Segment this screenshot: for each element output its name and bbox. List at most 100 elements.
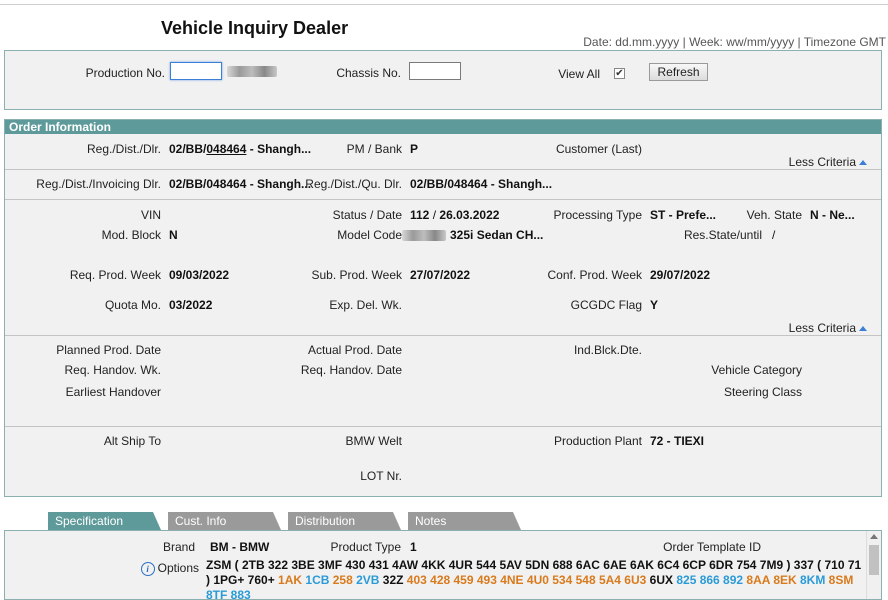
veh-state-value: N - Ne... <box>810 208 855 222</box>
brand-value: BM - BMW <box>210 540 270 554</box>
tab-distribution[interactable]: Distribution <box>288 512 401 530</box>
view-all-label: View All <box>558 67 600 81</box>
vin-label: VIN <box>140 208 161 222</box>
option-code-group: 258 <box>332 573 357 587</box>
option-code-group: 8SM <box>828 573 854 587</box>
page-title: Vehicle Inquiry Dealer <box>161 18 349 38</box>
gcgdc-flag-value: Y <box>650 298 659 312</box>
reg-dist-dlr-label: Reg./Dist./Dlr. <box>86 142 161 156</box>
redacted-value <box>227 66 277 77</box>
req-handov-date-label: Req. Handov. Date <box>300 363 402 377</box>
planned-prod-date-label: Planned Prod. Date <box>56 343 161 357</box>
model-code-value: 325i Sedan CH... <box>450 228 544 242</box>
pm-bank-label: PM / Bank <box>346 142 402 156</box>
info-icon[interactable]: i <box>140 562 155 576</box>
collapse-up-icon <box>859 160 867 165</box>
ind-blck-dte-label: Ind.Blck.Dte. <box>573 343 642 357</box>
production-no-label: Production No. <box>85 66 165 80</box>
production-plant-value: 72 - TIEXI <box>650 434 705 448</box>
production-no-input[interactable] <box>170 62 222 80</box>
mod-block-value: N <box>169 228 178 242</box>
gcgdc-flag-label: GCGDC Flag <box>570 298 642 312</box>
quota-mo-value: 03/2022 <box>169 298 213 312</box>
product-type-value: 1 <box>410 540 417 554</box>
pm-bank-value: P <box>410 142 419 156</box>
invoicing-dlr-value: 02/BB/048464 - Shangh... <box>169 177 312 191</box>
scrollbar-thumb[interactable] <box>869 545 879 575</box>
options-line-1: ZSM ( 2TB 322 3BE 3MF 430 431 4AW 4KK 4U… <box>206 558 862 572</box>
processing-type-value: ST - Prefe... <box>650 208 717 222</box>
processing-type-label: Processing Type <box>553 208 643 222</box>
req-prod-week-label: Req. Prod. Week <box>69 268 161 282</box>
view-all-checkbox[interactable]: ✔ <box>614 68 625 79</box>
tab-specification[interactable]: Specification <box>48 512 161 530</box>
req-prod-week-value: 09/03/2022 <box>169 268 230 282</box>
exp-del-wk-label: Exp. Del. Wk. <box>329 298 402 312</box>
reg-dist-dlr-value: 02/BB/048464 - Shangh... <box>169 142 312 156</box>
quota-mo-label: Quota Mo. <box>104 298 161 312</box>
option-code-group: 1CB <box>305 573 333 587</box>
option-code-group: ) 1PG+ 760+ <box>206 573 279 587</box>
search-panel: Production No. Chassis No. View All ✔ Re… <box>4 50 882 110</box>
option-code-group: 8AA 8EK <box>746 573 800 587</box>
alt-ship-to-label: Alt Ship To <box>103 434 161 448</box>
format-note: Date: dd.mm.yyyy | Week: ww/mm/yyyy | Ti… <box>583 35 886 49</box>
status-date-label: Status / Date <box>332 208 402 222</box>
qu-dlr-value: 02/BB/048464 - Shangh... <box>410 177 553 191</box>
sub-prod-week-value: 27/07/2022 <box>410 268 471 282</box>
brand-label: Brand <box>162 540 195 554</box>
vehicle-category-label: Vehicle Category <box>711 363 802 377</box>
options-line-3: 8TF 883 <box>206 588 251 600</box>
chassis-no-input[interactable] <box>409 62 461 80</box>
option-code-group: 1AK <box>278 573 306 587</box>
option-code-group: 403 428 459 493 4NE 4U0 534 548 5A4 6U3 <box>406 573 650 587</box>
res-state-value: / <box>772 228 776 242</box>
veh-state-label: Veh. State <box>746 208 802 222</box>
bmw-welt-label: BMW Welt <box>345 434 402 448</box>
product-type-label: Product Type <box>330 540 402 554</box>
conf-prod-week-label: Conf. Prod. Week <box>547 268 643 282</box>
option-code-group: 8KM <box>800 573 829 587</box>
order-information-header: Order Information <box>5 120 881 134</box>
invoicing-dlr-label: Reg./Dist./Invoicing Dlr. <box>36 177 161 191</box>
production-plant-label: Production Plant <box>553 434 642 448</box>
order-template-id-label: Order Template ID <box>663 540 761 554</box>
customer-last-label: Customer (Last) <box>555 142 642 156</box>
chassis-no-label: Chassis No. <box>336 66 401 80</box>
option-code-group: 825 866 892 <box>676 573 747 587</box>
less-criteria-toggle-1[interactable]: Less Criteria <box>789 155 867 169</box>
divider <box>5 335 881 336</box>
option-code-group: 6UX <box>649 573 677 587</box>
mod-block-label: Mod. Block <box>101 228 161 242</box>
earliest-handover-label: Earliest Handover <box>65 385 161 399</box>
actual-prod-date-label: Actual Prod. Date <box>307 343 402 357</box>
specification-panel: Brand BM - BMW Product Type 1 Order Temp… <box>4 530 882 600</box>
options-line-2: ) 1PG+ 760+ 1AK 1CB 258 2VB 32Z 403 428 … <box>206 573 853 587</box>
redacted-model-code <box>402 230 446 241</box>
qu-dlr-label: Reg./Dist./Qu. Dlr. <box>305 177 402 191</box>
tab-cust-info[interactable]: Cust. Info <box>168 512 281 530</box>
option-code-group: 32Z <box>382 573 407 587</box>
divider <box>5 199 881 200</box>
collapse-up-icon <box>859 326 867 331</box>
status-value: 112 / 26.03.2022 <box>410 208 500 222</box>
steering-class-label: Steering Class <box>723 385 802 399</box>
conf-prod-week-value: 29/07/2022 <box>650 268 711 282</box>
top-divider <box>0 4 888 5</box>
lot-nr-label: LOT Nr. <box>360 469 402 483</box>
less-criteria-toggle-2[interactable]: Less Criteria <box>789 321 867 335</box>
order-information-panel: Order Information Reg./Dist./Dlr. 02/BB/… <box>4 119 882 497</box>
divider <box>5 426 881 427</box>
sub-prod-week-label: Sub. Prod. Week <box>311 268 403 282</box>
tab-notes[interactable]: Notes <box>408 512 521 530</box>
divider <box>5 169 881 170</box>
scroll-up-icon[interactable] <box>870 534 878 539</box>
req-handov-wk-label: Req. Handov. Wk. <box>64 363 161 377</box>
res-state-label: Res.State/until <box>683 228 762 242</box>
refresh-button[interactable]: Refresh <box>649 63 708 81</box>
dealer-link[interactable]: 048464 <box>206 142 246 156</box>
options-label: i Options <box>140 561 199 576</box>
option-code-group: 2VB <box>356 573 383 587</box>
vertical-scrollbar[interactable] <box>866 531 881 599</box>
model-code-label: Model Code <box>337 228 402 242</box>
